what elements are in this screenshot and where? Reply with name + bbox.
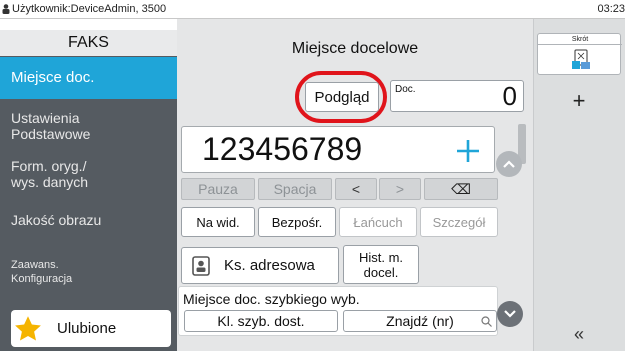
sidebar-item-label: Jakość obrazu	[11, 212, 102, 228]
pause-key[interactable]: Pauza	[181, 178, 255, 200]
list-view-button[interactable]: Na wid.	[181, 207, 255, 237]
chain-button[interactable]: Łańcuch	[339, 207, 417, 237]
doc-label: Doc.	[395, 84, 416, 95]
detail-button[interactable]: Szczegół	[420, 207, 498, 237]
sidebar-item-image-quality[interactable]: Jakość obrazu	[0, 198, 177, 242]
scroll-up-button[interactable]	[496, 151, 522, 177]
space-key[interactable]: Spacja	[258, 178, 332, 200]
user-label: Użytkownik:DeviceAdmin, 3500	[12, 3, 167, 15]
find-number-button[interactable]: Znajdź (nr)	[343, 310, 497, 332]
sidebar-item-advanced[interactable]: Zaawans. Konfiguracja	[0, 250, 177, 294]
address-book-label: Ks. adresowa	[224, 257, 315, 274]
star-icon	[15, 315, 41, 340]
shortcut-box: Skrót	[537, 33, 622, 75]
sidebar-item-label: Form. oryg./	[11, 158, 87, 174]
chevron-up-icon	[503, 160, 515, 168]
address-book-button[interactable]: Ks. adresowa	[181, 247, 339, 284]
user-icon	[2, 4, 10, 14]
clock: 03:23	[597, 3, 625, 15]
history-label: Hist. m.	[358, 249, 404, 265]
sidebar-item-basic-settings[interactable]: Ustawienia Podstawowe	[0, 104, 177, 148]
favorites-label: Ulubione	[57, 320, 117, 337]
preview-label: Podgląd	[314, 88, 370, 106]
sidebar-item-label: Konfiguracja	[11, 273, 73, 285]
direct-entry-label: Bezpośr.	[271, 214, 323, 230]
find-number-label: Znajdź (nr)	[386, 313, 454, 329]
fax-number-value: 123456789	[202, 131, 363, 167]
collapse-panel-button[interactable]: «	[533, 324, 625, 345]
sidebar-item-label: Podstawowe	[11, 126, 91, 142]
backspace-icon: ⌫	[451, 180, 471, 197]
preview-button[interactable]: Podgląd	[305, 82, 379, 112]
detail-label: Szczegół	[432, 214, 486, 230]
speed-dial-button-label: Kl. szyb. dost.	[217, 313, 305, 329]
pause-key-label: Pauza	[198, 181, 238, 197]
chain-label: Łańcuch	[353, 214, 403, 230]
history-label: docel.	[363, 264, 399, 280]
space-key-label: Spacja	[273, 181, 317, 197]
chevron-left-icon: <	[351, 181, 361, 197]
send-to-pc-icon[interactable]	[570, 49, 592, 71]
direct-entry-button[interactable]: Bezpośr.	[258, 207, 336, 237]
speed-dial-button[interactable]: Kl. szyb. dost.	[184, 310, 338, 332]
shortcut-header: Skrót	[538, 34, 622, 45]
add-destination-icon[interactable]	[455, 138, 481, 164]
cursor-left-key[interactable]: <	[335, 178, 377, 200]
search-icon	[481, 316, 492, 327]
status-bar: Użytkownik:DeviceAdmin, 3500 03:23	[0, 0, 625, 19]
sidebar-item-label: Ustawienia	[11, 110, 80, 126]
document-counter: Doc. 0	[390, 80, 524, 112]
page-title: Miejsce docelowe	[291, 40, 419, 57]
backspace-key[interactable]: ⌫	[424, 178, 498, 200]
sidebar-item-label: Miejsce doc.	[11, 69, 95, 86]
speed-dial-label: Miejsce doc. szybkiego wyb.	[183, 291, 360, 307]
destination-history-button[interactable]: Hist. m. docel.	[343, 245, 419, 284]
list-view-label: Na wid.	[196, 214, 240, 230]
address-book-icon	[192, 255, 210, 276]
add-shortcut-button[interactable]: +	[533, 88, 625, 114]
chevron-right-icon: >	[395, 181, 405, 197]
sidebar-item-label: wys. danych	[11, 174, 89, 190]
scroll-down-button[interactable]	[497, 301, 523, 327]
sidebar-item-destination[interactable]: Miejsce doc.	[0, 57, 177, 99]
sidebar-item-label: Zaawans.	[11, 259, 59, 271]
chevron-down-icon	[504, 310, 516, 318]
cursor-right-key[interactable]: >	[379, 178, 421, 200]
sidebar-header: FAKS	[0, 30, 177, 56]
user-info: Użytkownik:DeviceAdmin, 3500	[2, 3, 166, 15]
fax-number-field[interactable]: 123456789	[181, 126, 495, 173]
sidebar-item-original-format[interactable]: Form. oryg./ wys. danych	[0, 152, 177, 196]
favorites-button[interactable]: Ulubione	[11, 310, 171, 347]
doc-count: 0	[502, 81, 517, 111]
